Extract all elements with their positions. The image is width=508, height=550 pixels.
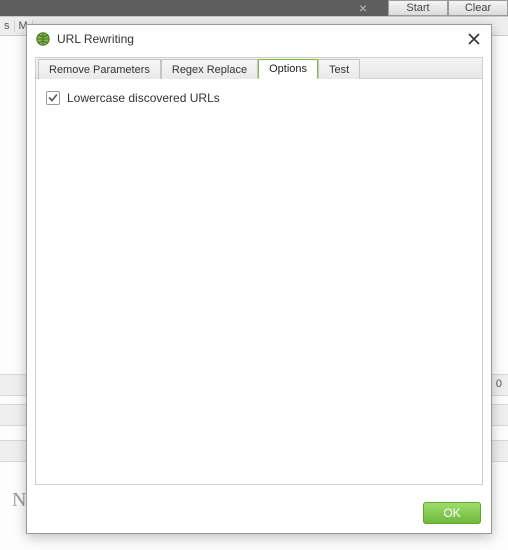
close-icon[interactable]: ×: [356, 0, 370, 16]
lowercase-urls-checkbox[interactable]: [46, 91, 60, 105]
close-icon: [468, 33, 480, 45]
background-button-group: Start Clear: [388, 0, 508, 16]
dialog-title: URL Rewriting: [57, 32, 465, 46]
dialog-footer: OK: [27, 493, 491, 533]
lowercase-urls-row: Lowercase discovered URLs: [46, 91, 472, 105]
start-button[interactable]: Start: [388, 0, 448, 16]
tab-regex-replace[interactable]: Regex Replace: [161, 59, 258, 79]
dialog-close-button[interactable]: [465, 30, 483, 48]
background-letter-n: N: [12, 489, 26, 512]
globe-icon: [35, 31, 51, 47]
options-panel: Lowercase discovered URLs: [35, 79, 483, 485]
clear-button[interactable]: Clear: [448, 0, 508, 16]
checkmark-icon: [48, 93, 58, 103]
ok-button[interactable]: OK: [423, 502, 481, 524]
lowercase-urls-label: Lowercase discovered URLs: [67, 91, 220, 105]
background-row2-item-a: s: [0, 20, 15, 32]
dialog-titlebar: URL Rewriting: [27, 25, 491, 53]
tab-remove-parameters[interactable]: Remove Parameters: [38, 59, 161, 79]
url-rewriting-dialog: URL Rewriting Remove Parameters Regex Re…: [26, 24, 492, 534]
dialog-tabstrip: Remove Parameters Regex Replace Options …: [35, 57, 483, 79]
tab-test[interactable]: Test: [318, 59, 360, 79]
tab-options[interactable]: Options: [258, 59, 318, 79]
background-zero-value: 0: [496, 378, 502, 390]
